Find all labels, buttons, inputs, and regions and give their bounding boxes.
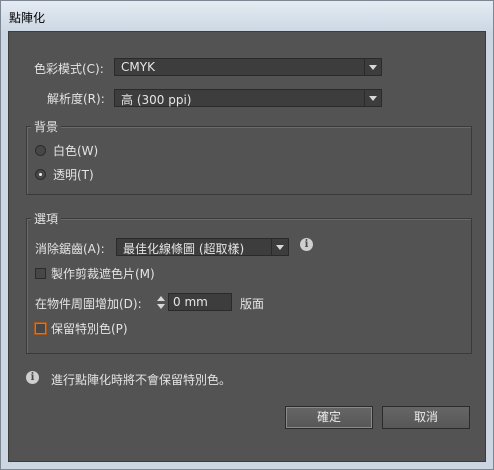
radio-white-label[interactable]: 白色(W) xyxy=(53,142,98,159)
add-around-label: 在物件周圍增加(D): xyxy=(35,297,142,311)
color-mode-dropdown[interactable]: CMYK xyxy=(114,58,382,76)
info-message: 進行點陣化時將不會保留特別色。 xyxy=(51,373,232,387)
color-mode-value: CMYK xyxy=(121,60,155,74)
antialias-value: 最佳化線條圖 (超取樣) xyxy=(123,242,245,256)
resolution-label: 解析度(R): xyxy=(47,92,105,106)
cancel-button[interactable]: 取消 xyxy=(382,406,470,429)
title-bar[interactable]: 點陣化 xyxy=(1,1,493,31)
options-group-title: 選項 xyxy=(31,210,62,227)
background-group: 背景 白色(W) 透明(T) xyxy=(26,118,472,195)
chevron-down-icon xyxy=(364,59,381,75)
info-icon[interactable]: i xyxy=(300,238,313,251)
dialog-body: 色彩模式(C): CMYK 解析度(R): 高 (300 ppi) 背景 白色(… xyxy=(8,31,486,462)
color-mode-label: 色彩模式(C): xyxy=(34,62,104,76)
chevron-down-icon xyxy=(271,239,288,255)
chevron-down-icon xyxy=(364,90,381,106)
radio-transparent-label[interactable]: 透明(T) xyxy=(53,166,94,183)
antialias-dropdown[interactable]: 最佳化線條圖 (超取樣) xyxy=(116,238,289,256)
ok-button[interactable]: 確定 xyxy=(285,406,373,429)
add-around-stepper[interactable] xyxy=(156,294,166,312)
resolution-value: 高 (300 ppi) xyxy=(121,93,192,107)
antialias-label: 消除鋸齒(A): xyxy=(35,242,105,256)
preserve-spot-label[interactable]: 保留特別色(P) xyxy=(51,320,128,337)
resolution-dropdown[interactable]: 高 (300 ppi) xyxy=(114,89,382,107)
add-around-input[interactable]: 0 mm xyxy=(168,293,232,311)
decrement-icon[interactable] xyxy=(157,304,165,309)
add-around-unit: 版面 xyxy=(240,297,265,311)
info-icon: i xyxy=(26,371,39,384)
preserve-spot-checkbox[interactable] xyxy=(35,323,46,334)
window-title: 點陣化 xyxy=(9,11,46,25)
radio-white[interactable] xyxy=(35,145,46,156)
clipping-mask-label[interactable]: 製作剪裁遮色片(M) xyxy=(51,265,155,282)
background-group-title: 背景 xyxy=(31,118,62,135)
increment-icon[interactable] xyxy=(157,296,165,301)
radio-transparent[interactable] xyxy=(35,169,46,180)
clipping-mask-checkbox[interactable] xyxy=(35,268,46,279)
options-group: 選項 消除鋸齒(A): 最佳化線條圖 (超取樣) i 製作剪裁遮色片(M) 在物… xyxy=(26,210,472,354)
rasterize-dialog: 點陣化 色彩模式(C): CMYK 解析度(R): 高 (300 ppi) 背景… xyxy=(0,0,494,470)
